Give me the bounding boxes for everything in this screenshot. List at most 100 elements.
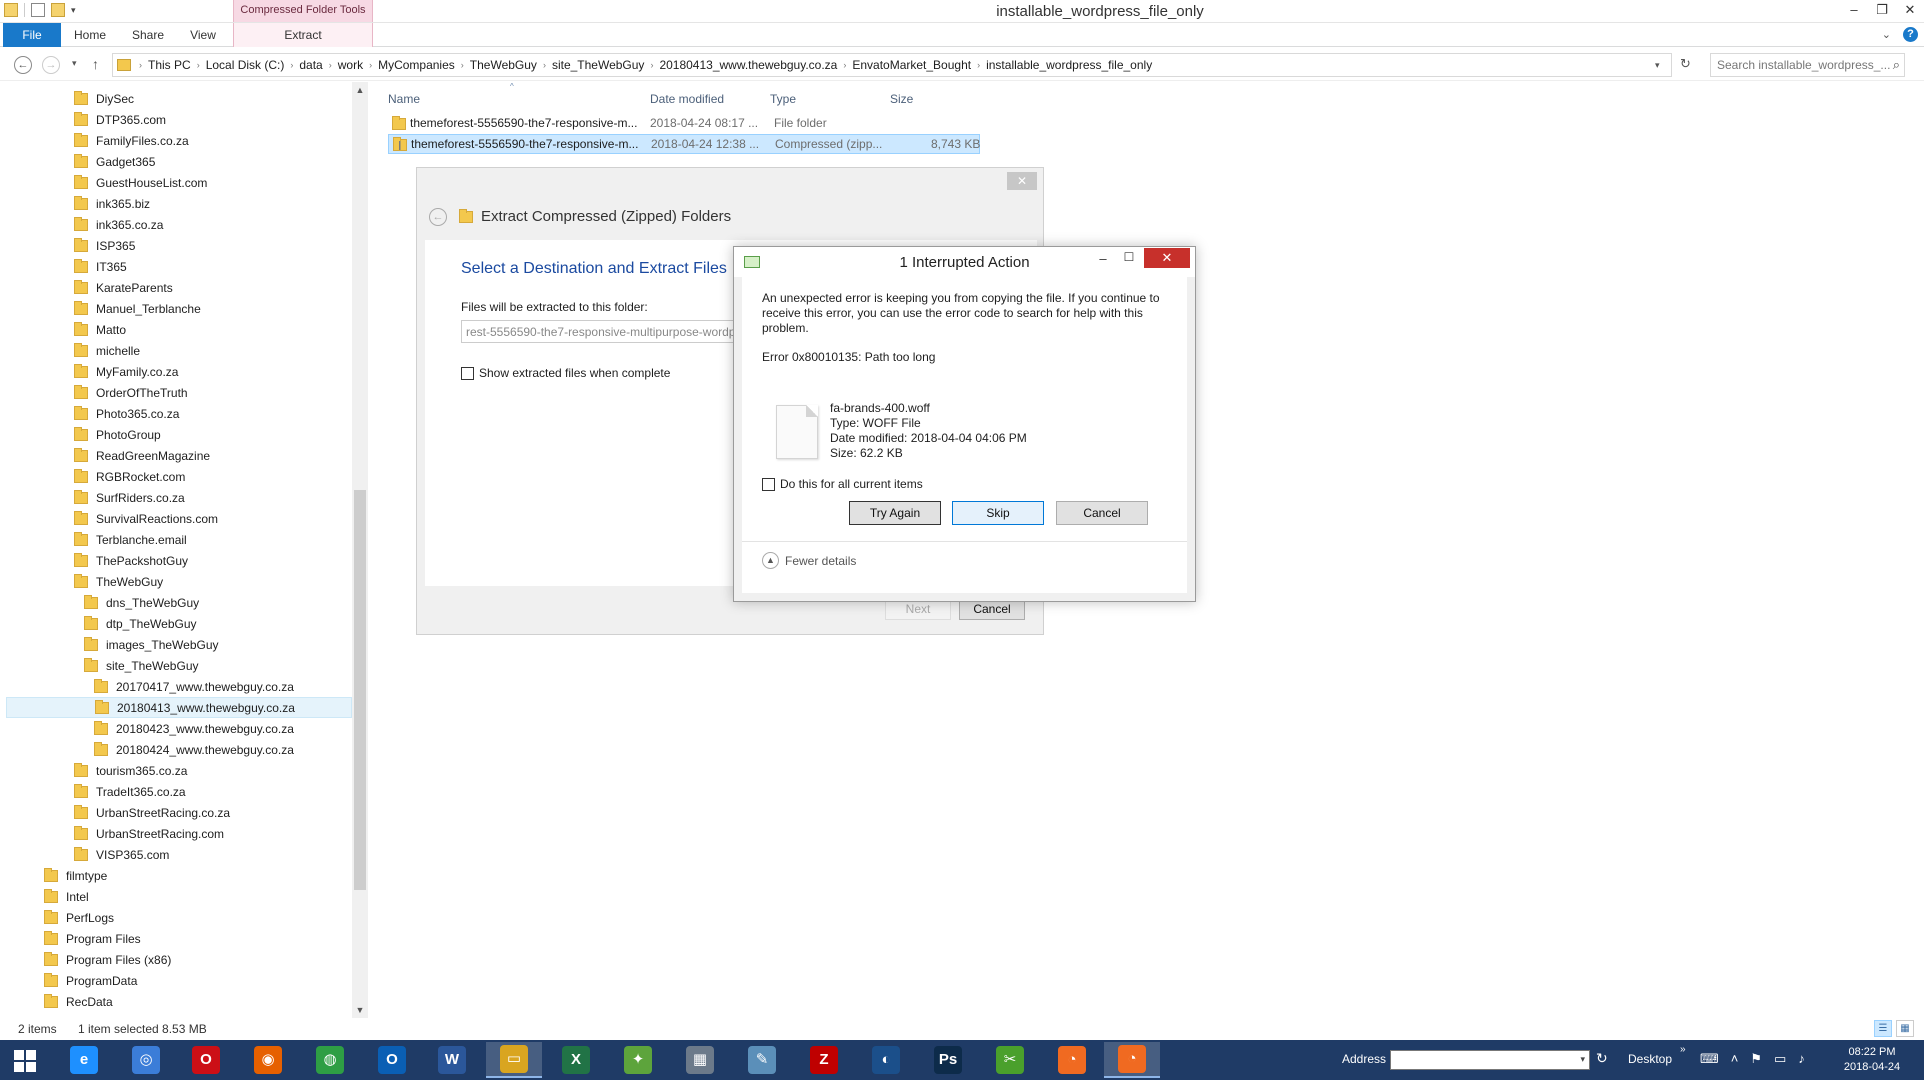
taskbar-app-media-player[interactable]: ◐ (858, 1042, 914, 1078)
back-button[interactable]: ← (14, 56, 32, 74)
column-header-name[interactable]: Name (388, 92, 420, 106)
chevron-right-icon[interactable]: › (541, 60, 548, 70)
column-header-date[interactable]: Date modified (650, 92, 724, 106)
tree-item[interactable]: Gadget365 (74, 151, 155, 172)
file-row[interactable]: themeforest-5556590-the7-responsive-m...… (388, 114, 980, 134)
close-button[interactable]: ✕ (1896, 0, 1924, 22)
tree-item[interactable]: Program Files (x86) (44, 949, 171, 970)
tree-item[interactable]: DiySec (74, 88, 134, 109)
show-files-checkbox[interactable]: Show extracted files when complete (461, 366, 670, 380)
tree-item[interactable]: PerfLogs (44, 907, 114, 928)
chevron-right-icon[interactable]: › (288, 60, 295, 70)
volume-icon[interactable]: ♪ (1798, 1051, 1805, 1067)
taskbar-app-word[interactable]: W (424, 1042, 480, 1078)
tab-view[interactable]: View (183, 23, 223, 47)
tree-item[interactable]: tourism365.co.za (74, 760, 187, 781)
windows-start-icon[interactable] (14, 1050, 36, 1072)
scroll-up-icon[interactable]: ▲ (352, 82, 368, 98)
tree-item[interactable]: 20180413_www.thewebguy.co.za (6, 697, 352, 718)
maximize-button[interactable]: ☐ (1118, 250, 1140, 264)
cancel-button[interactable]: Cancel (1056, 501, 1148, 525)
address-history-icon[interactable]: ▾ (1655, 60, 1660, 71)
minimize-button[interactable]: – (1840, 0, 1868, 22)
clock[interactable]: 08:22 PM 2018-04-24 (1830, 1045, 1914, 1075)
tree-item[interactable]: TradeIt365.co.za (74, 781, 186, 802)
tree-item[interactable]: SurfRiders.co.za (74, 487, 185, 508)
desktop-toolbar-label[interactable]: Desktop (1628, 1052, 1672, 1066)
chevron-right-icon[interactable]: › (459, 60, 466, 70)
column-header-size[interactable]: Size (890, 92, 913, 106)
tree-item[interactable]: RGBRocket.com (74, 466, 185, 487)
tree-item[interactable]: MyFamily.co.za (74, 361, 178, 382)
tree-item[interactable]: 20170417_www.thewebguy.co.za (94, 676, 294, 697)
tree-item[interactable]: TheWebGuy (74, 571, 163, 592)
checkbox[interactable] (762, 477, 775, 491)
tree-item[interactable]: dtp_TheWebGuy (84, 613, 197, 634)
new-folder-icon[interactable] (51, 3, 65, 17)
tree-item[interactable]: DTP365.com (74, 109, 166, 130)
keyboard-icon[interactable]: ⌨ (1700, 1051, 1719, 1067)
skip-button[interactable]: Skip (952, 501, 1044, 525)
taskbar-app-greenshot[interactable]: ✂ (982, 1042, 1038, 1078)
tree-item[interactable]: VISP365.com (74, 844, 169, 865)
chevron-right-icon[interactable]: › (841, 60, 848, 70)
refresh-icon[interactable]: ↻ (1596, 1050, 1608, 1067)
tree-item[interactable]: ThePackshotGuy (74, 550, 188, 571)
tree-item[interactable]: ink365.biz (74, 193, 150, 214)
tree-item[interactable]: ReadGreenMagazine (74, 445, 210, 466)
tree-item[interactable]: filmtype (44, 865, 107, 886)
chevron-right-icon[interactable]: › (367, 60, 374, 70)
taskbar-app-app-orange-2[interactable]: ◔ (1104, 1042, 1160, 1078)
chevron-up-icon[interactable]: ˄ (1731, 1051, 1739, 1067)
scroll-thumb[interactable] (354, 490, 366, 890)
scroll-down-icon[interactable]: ▼ (352, 1002, 368, 1018)
refresh-icon[interactable]: ↻ (1680, 56, 1691, 72)
breadcrumb-mycompanies[interactable]: MyCompanies (374, 58, 459, 72)
breadcrumb-installable[interactable]: installable_wordpress_file_only (982, 58, 1156, 72)
checkbox[interactable] (461, 366, 474, 380)
breadcrumb-site-thewebguy[interactable]: site_TheWebGuy (548, 58, 649, 72)
tree-item[interactable]: ProgramData (44, 970, 137, 991)
taskbar-app-safari[interactable]: ◎ (118, 1042, 174, 1078)
tree-item[interactable]: ISP365 (74, 235, 135, 256)
taskbar-app-notepad[interactable]: ✎ (734, 1042, 790, 1078)
tree-item[interactable]: Program Files (44, 928, 141, 949)
close-button[interactable]: ✕ (1144, 248, 1190, 268)
search-icon[interactable]: ⌕ (1893, 57, 1900, 73)
fewer-details-toggle[interactable]: ▲ Fewer details (762, 552, 856, 569)
back-button[interactable]: ← (429, 208, 447, 226)
taskbar-app-chrome[interactable]: ◍ (302, 1042, 358, 1078)
network-icon[interactable]: ▭ (1774, 1051, 1786, 1067)
tree-item[interactable]: Manuel_Terblanche (74, 298, 201, 319)
recent-locations-icon[interactable]: ▾ (72, 58, 77, 69)
up-arrow-icon[interactable]: ↑ (92, 56, 99, 72)
tab-share[interactable]: Share (128, 23, 168, 47)
tree-item[interactable]: ink365.co.za (74, 214, 163, 235)
taskbar-app-excel[interactable]: X (548, 1042, 604, 1078)
tree-item[interactable]: RecData (44, 991, 113, 1012)
destination-input[interactable]: rest-5556590-the7-responsive-multipurpos… (461, 320, 741, 343)
try-again-button[interactable]: Try Again (849, 501, 941, 525)
tree-item[interactable]: UrbanStreetRacing.com (74, 823, 224, 844)
tab-home[interactable]: Home (70, 23, 110, 47)
tree-item[interactable]: OrderOfTheTruth (74, 382, 188, 403)
taskbar-app-photoshop[interactable]: Ps (920, 1042, 976, 1078)
details-view-icon[interactable]: ☰ (1874, 1020, 1892, 1037)
tree-item[interactable]: michelle (74, 340, 140, 361)
large-icons-view-icon[interactable]: ▦ (1896, 1020, 1914, 1037)
tree-item[interactable]: 20180423_www.thewebguy.co.za (94, 718, 294, 739)
close-button[interactable]: ✕ (1007, 172, 1037, 190)
tree-item[interactable]: Photo365.co.za (74, 403, 179, 424)
chevron-right-icon[interactable]: › (648, 60, 655, 70)
tab-file[interactable]: File (3, 23, 61, 47)
file-row[interactable]: themeforest-5556590-the7-responsive-m...… (388, 134, 980, 154)
taskbar-app-file-explorer[interactable]: ▭ (486, 1042, 542, 1078)
folder-icon[interactable] (4, 3, 18, 17)
breadcrumb-data[interactable]: data (295, 58, 326, 72)
chevron-up-icon[interactable]: ▲ (762, 552, 779, 569)
tree-item[interactable]: Terblanche.email (74, 529, 187, 550)
tree-item[interactable]: Matto (74, 319, 126, 340)
search-input[interactable]: Search installable_wordpress_... ⌕ (1710, 53, 1905, 77)
tab-extract[interactable]: Extract (233, 23, 373, 47)
chevron-right-icon[interactable]: › (137, 60, 144, 70)
